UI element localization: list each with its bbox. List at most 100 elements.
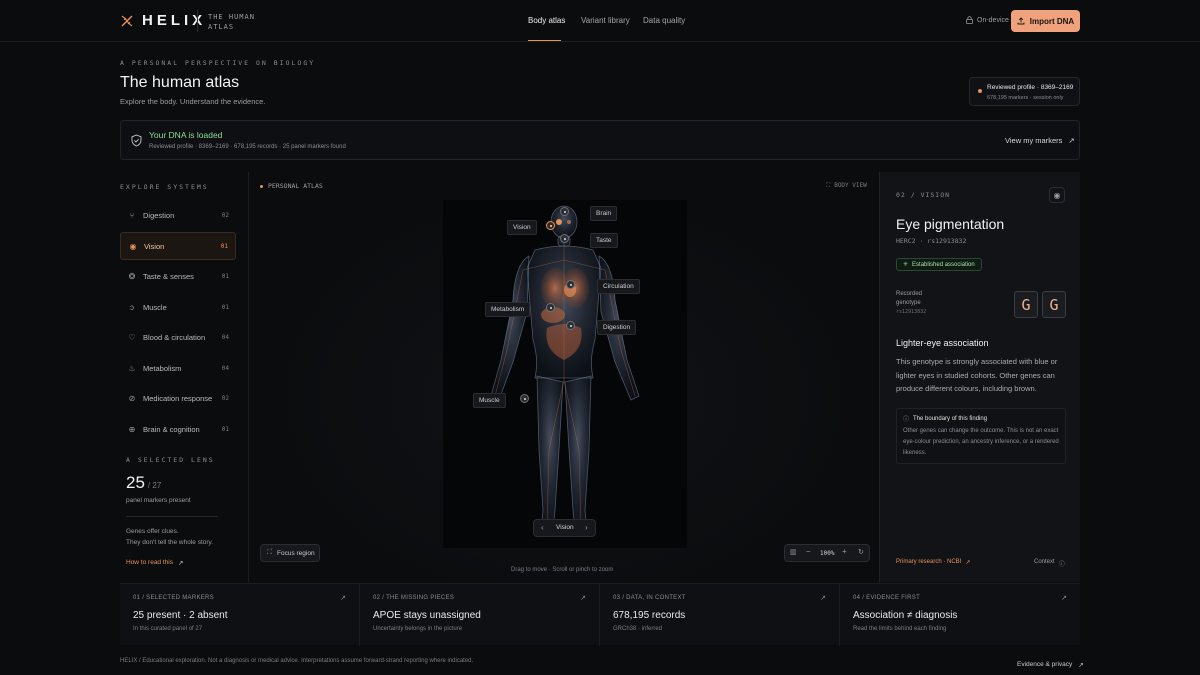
system-count: 01 [221,272,229,280]
system-item-brain[interactable]: ⊕ Brain & cognition 01 [120,415,236,443]
brand-subtitle: THE HUMAN ATLAS [208,13,255,31]
body-view-label: BODY VIEW [834,182,867,189]
next-region-button[interactable]: › [585,523,588,532]
visibility-toggle-button[interactable]: ◉ [1049,187,1065,203]
stat-card-evidence[interactable]: 04 / EVIDENCE FIRST ↗ Association ≠ diag… [840,584,1080,646]
eye-icon: ◉ [1053,190,1061,200]
zoom-controls: ▥ − 100% + ↻ [784,544,870,562]
tag-digestion[interactable]: Digestion [597,320,637,335]
flame-icon: ♨ [128,363,136,373]
arrow-up-right-icon: ↗ [580,595,586,602]
tag-taste[interactable]: Taste [590,233,618,248]
primary-research-link[interactable]: Primary research · NCBI ↗ [896,559,970,566]
system-item-vision[interactable]: ◉ Vision 01 [120,232,236,260]
stat-label: 04 / EVIDENCE FIRST [853,595,921,601]
nav-variant-library[interactable]: Variant library [581,16,630,25]
taste-marker[interactable] [560,234,569,243]
system-item-blood[interactable]: ♡ Blood & circulation 04 [120,323,236,351]
brand-divider [197,10,198,32]
system-item-taste[interactable]: ❂ Taste & senses 01 [120,262,236,290]
arrow-up-right-icon: ↗ [340,595,346,602]
body-atlas-viewer[interactable]: PERSONAL ATLAS ⛶ BODY VIEW Brain Vision … [248,172,879,582]
reset-view-button[interactable]: ↻ [858,548,864,556]
allele-2: G [1042,291,1066,318]
stat-card-markers[interactable]: 01 / SELECTED MARKERS ↗ 25 present · 2 a… [120,584,360,646]
atlas-label-text: PERSONAL ATLAS [268,182,323,190]
nav-body-atlas[interactable]: Body atlas [528,16,565,25]
stat-card-data[interactable]: 03 / DATA, IN CONTEXT ↗ 678,195 records … [600,584,840,646]
current-region: Vision [556,524,574,531]
system-label: Muscle [143,302,167,312]
tag-brain[interactable]: Brain [590,206,618,221]
brain-marker[interactable] [560,207,569,216]
evidence-badge: ✳ Established association [896,258,982,271]
stat-value: APOE stays unassigned [373,610,481,621]
how-to-read-label: How to read this [126,559,173,566]
digestion-marker[interactable] [566,321,575,330]
system-label: Brain & cognition [143,424,200,434]
system-count: 02 [221,211,229,219]
systems-heading: EXPLORE SYSTEMS [120,183,209,191]
gene-identifier: HERC2 · rs12913832 [896,237,967,245]
vision-marker[interactable] [546,221,555,230]
system-label: Vision [144,241,165,251]
body-view-toggle[interactable]: ⛶ BODY VIEW [826,182,867,190]
reviewed-profile-card[interactable]: Reviewed profile · 8369–2169 678,195 mar… [969,77,1080,106]
view-markers-link[interactable]: View my markers ↗ [1005,136,1075,145]
upload-icon [1017,17,1025,25]
clue-line-2: They don't tell the whole story. [126,539,214,546]
circulation-marker[interactable] [566,280,575,289]
detail-eyebrow: 02 / VISION [896,191,951,199]
clue-line-1: Genes offer clues. [126,528,179,535]
primary-research-label: Primary research · NCBI [896,559,962,565]
human-body-figure [490,205,640,533]
profile-title: Reviewed profile · 8369–2169 [987,84,1074,91]
tag-vision[interactable]: Vision [507,220,537,235]
boundary-title: The boundary of this finding [913,415,988,422]
info-icon: ⓘ [903,417,910,423]
system-item-metabolism[interactable]: ♨ Metabolism 04 [120,354,236,382]
arrow-up-right-icon: ↗ [1068,136,1075,145]
fit-view-button[interactable]: ▥ [790,548,797,556]
lens-label: panel markers present [126,497,191,504]
finding-heading: Lighter-eye association [896,338,989,348]
systems-sidebar: EXPLORE SYSTEMS ⑂ Digestion 02 ◉ Vision … [120,172,248,582]
tag-metabolism[interactable]: Metabolism [485,302,531,317]
lens-value: 25 [126,473,145,492]
heart-icon: ♡ [128,332,136,342]
system-count: 01 [221,425,229,433]
nav-data-quality[interactable]: Data quality [643,16,685,25]
metabolism-marker[interactable] [546,303,555,312]
on-device-indicator: On-device [966,16,1009,24]
how-to-read-link[interactable]: How to read this ↗ [126,559,183,567]
evidence-privacy-link[interactable]: Evidence & privacy ↗ [1017,661,1084,669]
sparkle-icon: ✳ [903,262,909,268]
zoom-in-button[interactable]: + [842,547,847,556]
system-item-digestion[interactable]: ⑂ Digestion 02 [120,201,236,229]
stat-label: 01 / SELECTED MARKERS [133,595,214,601]
focus-region-button[interactable]: ⛶ Focus region [260,544,320,562]
muscle-marker[interactable] [520,394,529,403]
body-render-panel [443,200,687,548]
stat-sub: Read the limits behind each finding [853,626,947,632]
system-item-muscle[interactable]: ↄ Muscle 01 [120,293,236,321]
context-label: Context [1034,559,1055,565]
tag-muscle[interactable]: Muscle [473,393,506,408]
stat-sub: Uncertainty belongs in the picture [373,626,463,632]
system-label: Digestion [143,210,175,220]
tag-circulation[interactable]: Circulation [597,279,640,294]
system-item-medication[interactable]: ⊘ Medication response 02 [120,384,236,412]
system-label: Metabolism [143,363,182,373]
top-bar: HELIX THE HUMAN ATLAS Body atlas Variant… [0,0,1200,42]
lock-icon [966,16,973,24]
stat-value: 25 present · 2 absent [133,610,228,621]
stat-card-missing[interactable]: 02 / THE MISSING PIECES ↗ APOE stays una… [360,584,600,646]
prev-region-button[interactable]: ‹ [541,523,544,532]
context-button[interactable]: Context ⓘ [1034,559,1065,568]
zoom-out-button[interactable]: − [806,547,811,556]
import-dna-button[interactable]: Import DNA [1011,10,1080,32]
eye-icon: ◉ [129,241,137,251]
brand-logo[interactable]: HELIX [120,12,206,29]
evidence-badge-label: Established association [912,261,975,268]
system-label: Blood & circulation [143,332,206,342]
